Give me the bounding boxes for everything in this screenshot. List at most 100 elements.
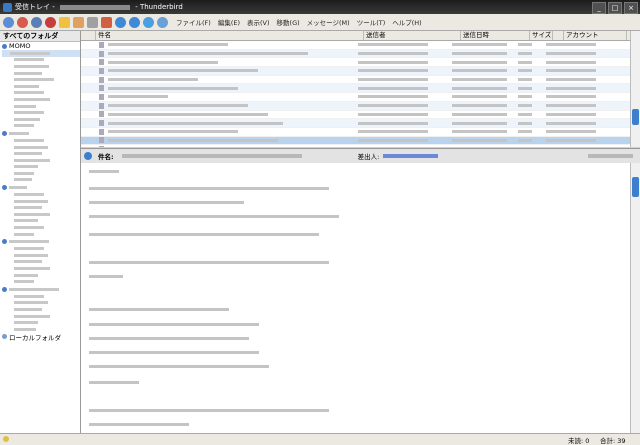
folder-item[interactable] (2, 63, 80, 70)
reply-icon[interactable] (143, 16, 154, 28)
scroll-thumb[interactable] (632, 109, 639, 125)
folder-item[interactable] (2, 150, 80, 157)
message-icon (99, 137, 104, 144)
column-header-row: 件名 送信者 送信日時 サイズ アカウント (81, 31, 630, 41)
from-value[interactable] (383, 154, 439, 158)
folder-item[interactable] (2, 265, 80, 272)
message-row[interactable] (81, 119, 630, 128)
scroll-thumb[interactable] (632, 177, 639, 197)
folder-item[interactable] (2, 123, 80, 130)
folder-item[interactable] (2, 103, 80, 110)
folder-item[interactable] (2, 211, 80, 218)
folder-item[interactable] (2, 293, 80, 300)
close-button[interactable]: × (624, 2, 638, 14)
message-row[interactable] (81, 128, 630, 137)
write-icon[interactable] (17, 16, 28, 28)
message-icon (99, 41, 104, 48)
sender-column-header[interactable]: 送信者 (364, 31, 461, 40)
menu-tools[interactable]: ツール(T) (357, 17, 386, 27)
folder-item[interactable] (2, 198, 80, 205)
tag-icon[interactable] (59, 16, 70, 28)
maximize-button[interactable]: □ (608, 2, 622, 14)
message-row[interactable] (81, 136, 630, 146)
folder-item[interactable] (2, 83, 80, 90)
folder-item[interactable] (2, 306, 80, 313)
menu-view[interactable]: 表示(V) (247, 17, 270, 27)
account-item[interactable] (2, 237, 80, 245)
message-row[interactable] (81, 84, 630, 94)
stop-icon[interactable] (45, 16, 56, 28)
message-icon (99, 128, 104, 135)
message-row[interactable] (81, 101, 630, 111)
folder-item[interactable] (2, 204, 80, 211)
folder-item[interactable] (2, 313, 80, 320)
folder-item[interactable] (2, 278, 80, 285)
folder-item[interactable] (2, 259, 80, 266)
folder-item[interactable] (2, 177, 80, 184)
folder-item[interactable] (2, 116, 80, 123)
folder-item[interactable] (2, 57, 80, 64)
folder-item[interactable] (2, 144, 80, 151)
folder-pane: すべてのフォルダ MOMO ローカルフォルダ (0, 31, 81, 433)
folder-item[interactable] (2, 272, 80, 279)
message-row[interactable] (81, 58, 630, 68)
message-icon (99, 111, 104, 118)
folder-item[interactable] (2, 96, 80, 103)
folder-item[interactable] (2, 224, 80, 231)
folder-item[interactable] (2, 252, 80, 259)
folder-item[interactable] (2, 191, 80, 198)
folder-item[interactable] (2, 90, 80, 97)
message-icon (99, 67, 104, 74)
thread-column-header[interactable] (81, 31, 96, 40)
folder-item[interactable] (2, 170, 80, 177)
message-list-scrollbar[interactable] (630, 31, 640, 147)
folder-item[interactable] (2, 109, 80, 116)
account-item[interactable] (2, 129, 80, 137)
menu-file[interactable]: ファイル(F) (176, 17, 211, 27)
menu-help[interactable]: ヘルプ(H) (392, 17, 421, 27)
account-item[interactable] (2, 285, 80, 293)
junk-icon[interactable] (101, 16, 112, 28)
folder-item[interactable] (2, 76, 80, 83)
menu-message[interactable]: メッセージ(M) (307, 17, 350, 27)
menu-go[interactable]: 移動(G) (277, 17, 300, 27)
message-row[interactable] (81, 111, 630, 120)
folder-item[interactable] (2, 157, 80, 164)
folder-item[interactable] (2, 300, 80, 307)
message-row[interactable] (81, 67, 630, 76)
title-bar: 受信トレイ - - Thunderbird _ □ × (0, 0, 640, 14)
junk-column-header[interactable] (553, 31, 564, 40)
search-icon[interactable] (157, 16, 168, 28)
date-column-header[interactable]: 送信日時 (461, 31, 530, 40)
folder-item[interactable] (2, 319, 80, 326)
account-momo[interactable]: MOMO (2, 42, 80, 50)
account-local-folders[interactable]: ローカルフォルダ (2, 333, 80, 342)
back-icon[interactable] (115, 16, 126, 28)
folder-tree: MOMO ローカルフォルダ (0, 42, 80, 342)
folder-item[interactable] (2, 50, 80, 57)
print-icon[interactable] (87, 16, 98, 28)
message-body-scrollbar[interactable] (630, 163, 640, 433)
message-row[interactable] (81, 145, 630, 147)
folder-item[interactable] (2, 70, 80, 77)
folder-item[interactable] (2, 164, 80, 171)
size-column-header[interactable]: サイズ (530, 31, 553, 40)
compose-icon[interactable] (73, 16, 84, 28)
account-column-header[interactable]: アカウント (564, 31, 627, 40)
get-mail-icon[interactable] (3, 16, 14, 28)
address-book-icon[interactable] (31, 16, 42, 28)
thunderbird-icon (3, 2, 12, 12)
folder-item[interactable] (2, 231, 80, 238)
folder-item[interactable] (2, 137, 80, 144)
folder-item[interactable] (2, 218, 80, 225)
message-row[interactable] (81, 93, 630, 102)
folder-item[interactable] (2, 245, 80, 252)
subject-column-header[interactable]: 件名 (96, 31, 364, 40)
menu-edit[interactable]: 編集(E) (218, 17, 240, 27)
account-item[interactable] (2, 183, 80, 191)
minimize-button[interactable]: _ (592, 2, 606, 14)
message-row[interactable] (81, 41, 630, 50)
message-row[interactable] (81, 76, 630, 85)
forward-icon[interactable] (129, 16, 140, 28)
message-row[interactable] (81, 49, 630, 59)
